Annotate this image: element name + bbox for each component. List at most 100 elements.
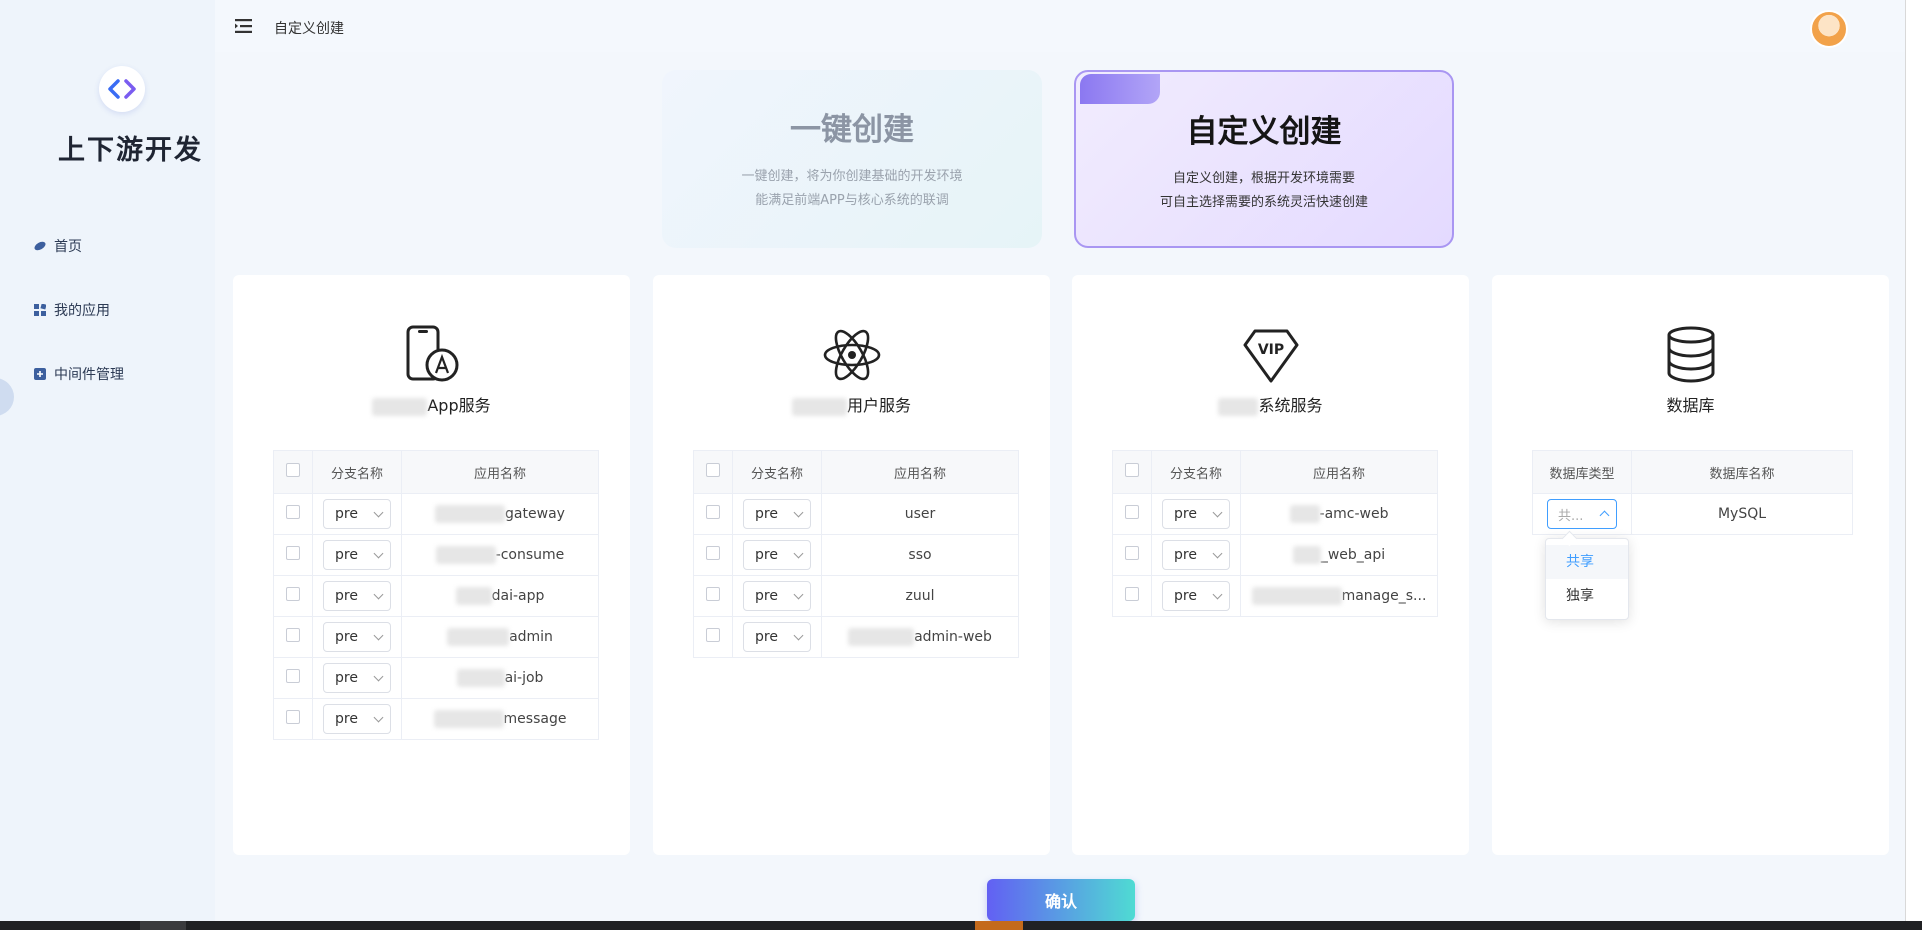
dropdown-option-shared[interactable]: 共享 bbox=[1546, 545, 1628, 579]
row-checkbox[interactable] bbox=[706, 505, 720, 519]
branch-select[interactable]: pre bbox=[743, 540, 811, 570]
branch-select[interactable]: pre bbox=[743, 581, 811, 611]
confirm-button[interactable]: 确认 bbox=[987, 879, 1135, 921]
row-checkbox[interactable] bbox=[1125, 587, 1139, 601]
app-name: admin bbox=[509, 629, 553, 645]
app-name-cell: admin bbox=[401, 616, 599, 658]
table-row: pre manage_s... bbox=[1112, 575, 1438, 617]
branch-select[interactable]: pre bbox=[1162, 581, 1230, 611]
dropdown-option-exclusive[interactable]: 独享 bbox=[1546, 579, 1628, 613]
table-header: 数据库类型 数据库名称 bbox=[1532, 450, 1853, 494]
branch-select[interactable]: pre bbox=[743, 622, 811, 652]
table-row: pre _web_api bbox=[1112, 534, 1438, 576]
select-all-checkbox[interactable] bbox=[1125, 463, 1139, 477]
sidebar-item-my-apps[interactable]: 我的应用 bbox=[34, 300, 110, 320]
app-name-cell: manage_s... bbox=[1240, 575, 1438, 617]
apps-icon bbox=[34, 304, 46, 316]
app-name: -consume bbox=[495, 547, 565, 563]
panel-title-text: 系统服务 bbox=[1258, 396, 1323, 415]
row-checkbox[interactable] bbox=[1125, 505, 1139, 519]
user-service-table: 分支名称 应用名称 pre user pre sso pre zuul pre … bbox=[693, 450, 1019, 658]
sidebar-collapse-handle[interactable] bbox=[0, 378, 14, 416]
branch-select[interactable]: pre bbox=[323, 540, 391, 570]
table-row: pre -consume bbox=[273, 534, 599, 576]
branch-select[interactable]: pre bbox=[1162, 499, 1230, 529]
branch-value: pre bbox=[755, 629, 778, 645]
chevron-down-icon bbox=[793, 507, 804, 518]
row-checkbox[interactable] bbox=[286, 669, 300, 683]
app-name-cell: -consume bbox=[401, 534, 599, 576]
page-title: 自定义创建 bbox=[274, 21, 344, 37]
app-name-cell: ai-job bbox=[401, 657, 599, 699]
branch-value: pre bbox=[335, 547, 358, 563]
branch-select[interactable]: pre bbox=[323, 622, 391, 652]
table-row: pre admin bbox=[273, 616, 599, 658]
db-type-value: 共... bbox=[1558, 508, 1584, 524]
app-name: ai-job bbox=[504, 670, 544, 686]
branch-value: pre bbox=[335, 629, 358, 645]
row-checkbox[interactable] bbox=[286, 710, 300, 724]
row-checkbox[interactable] bbox=[286, 587, 300, 601]
row-checkbox[interactable] bbox=[286, 505, 300, 519]
selected-tag bbox=[1080, 74, 1160, 104]
app-name: message bbox=[503, 711, 567, 727]
row-checkbox[interactable] bbox=[706, 587, 720, 601]
chevron-down-icon bbox=[1212, 589, 1223, 600]
quick-create-title: 一键创建 bbox=[790, 112, 914, 148]
chevron-up-icon bbox=[1599, 510, 1610, 521]
database-icon bbox=[1667, 326, 1714, 383]
table-row: pre sso bbox=[693, 534, 1019, 576]
sidebar-item-home[interactable]: 首页 bbox=[34, 236, 82, 256]
custom-create-title: 自定义创建 bbox=[1186, 114, 1342, 150]
custom-create-card[interactable]: 自定义创建 自定义创建，根据开发环境需要 可自主选择需要的系统灵活快速创建 bbox=[1074, 70, 1454, 248]
branch-select[interactable]: pre bbox=[323, 663, 391, 693]
row-checkbox[interactable] bbox=[1125, 546, 1139, 560]
panel-title-text: App服务 bbox=[427, 396, 491, 415]
branch-value: pre bbox=[1174, 588, 1197, 604]
select-all-checkbox[interactable] bbox=[706, 463, 720, 477]
sidebar-item-middleware[interactable]: 中间件管理 bbox=[34, 364, 124, 384]
branch-value: pre bbox=[1174, 547, 1197, 563]
branch-select[interactable]: pre bbox=[743, 499, 811, 529]
column-header: 应用名称 bbox=[821, 450, 1019, 494]
menu-fold-icon[interactable] bbox=[235, 19, 252, 33]
app-name-cell: user bbox=[821, 493, 1019, 535]
branch-select[interactable]: pre bbox=[323, 581, 391, 611]
chevron-down-icon bbox=[793, 630, 804, 641]
app-name: -amc-web bbox=[1319, 506, 1389, 522]
table-row: pre dai-app bbox=[273, 575, 599, 617]
select-all-cell[interactable] bbox=[1112, 450, 1152, 494]
system-service-panel: VIP 系统服务 分支名称 应用名称 pre -amc-web pre _web… bbox=[1072, 275, 1469, 855]
db-type-select[interactable]: 共... bbox=[1547, 499, 1617, 529]
branch-select[interactable]: pre bbox=[1162, 540, 1230, 570]
table-row: pre gateway bbox=[273, 493, 599, 535]
avatar[interactable] bbox=[1810, 10, 1848, 48]
select-all-checkbox[interactable] bbox=[286, 463, 300, 477]
row-checkbox[interactable] bbox=[286, 546, 300, 560]
table-row: pre user bbox=[693, 493, 1019, 535]
branch-select[interactable]: pre bbox=[323, 704, 391, 734]
app-service-table: 分支名称 应用名称 pre gateway pre -consume pre d… bbox=[273, 450, 599, 740]
vip-text: VIP bbox=[1257, 342, 1283, 358]
select-all-cell[interactable] bbox=[273, 450, 313, 494]
side-window-strip bbox=[1905, 0, 1922, 930]
row-checkbox[interactable] bbox=[286, 628, 300, 642]
middleware-icon bbox=[34, 368, 46, 380]
branch-value: pre bbox=[335, 670, 358, 686]
table-row: 共... MySQL bbox=[1532, 493, 1853, 535]
sidebar: 上下游开发 首页 我的应用 中间件管理 bbox=[0, 0, 215, 930]
db-type-dropdown: 共享 独享 bbox=[1545, 538, 1629, 620]
select-all-cell[interactable] bbox=[693, 450, 733, 494]
row-checkbox[interactable] bbox=[706, 628, 720, 642]
sidebar-item-label: 中间件管理 bbox=[54, 367, 124, 383]
header bbox=[215, 0, 1905, 52]
vip-badge-icon: VIP bbox=[1243, 329, 1298, 383]
branch-value: pre bbox=[755, 588, 778, 604]
branch-value: pre bbox=[755, 547, 778, 563]
branch-select[interactable]: pre bbox=[323, 499, 391, 529]
quick-create-card[interactable]: 一键创建 一键创建，将为你创建基础的开发环境 能满足前端APP与核心系统的联调 bbox=[662, 70, 1042, 248]
table-row: pre message bbox=[273, 698, 599, 740]
row-checkbox[interactable] bbox=[706, 546, 720, 560]
chevron-down-icon bbox=[373, 712, 384, 723]
db-name-cell: MySQL bbox=[1631, 493, 1853, 535]
